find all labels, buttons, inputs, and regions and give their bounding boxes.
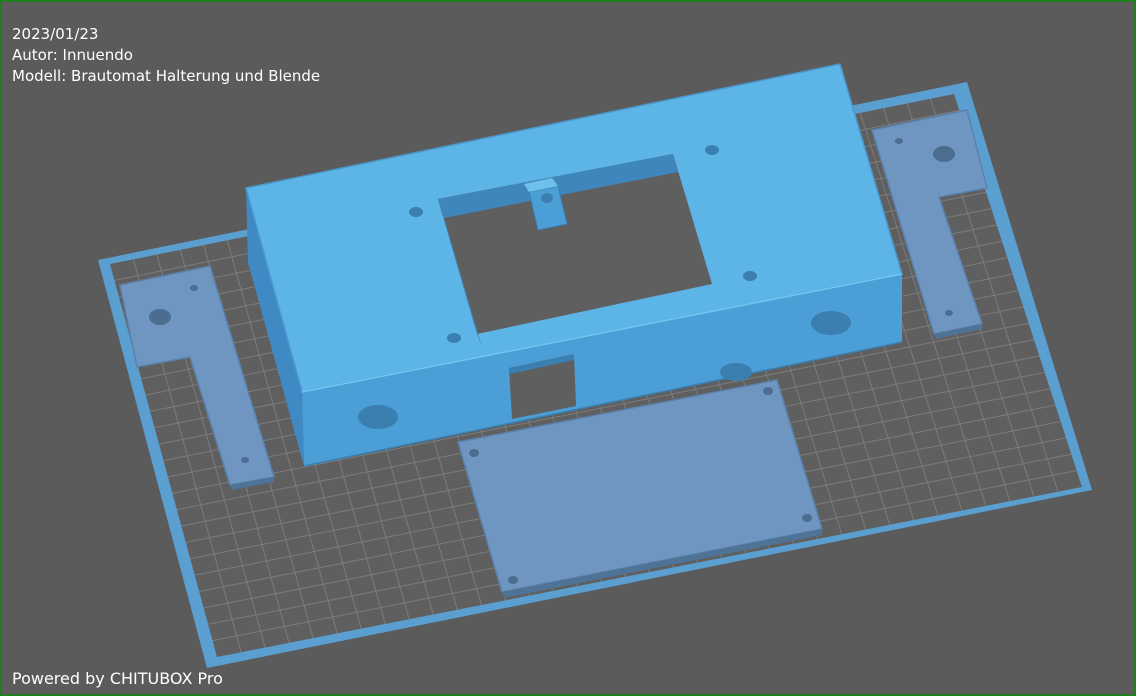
bracket-left-hole (241, 457, 249, 463)
3d-viewport[interactable]: 2023/01/23 Autor: Innuendo Modell: Braut… (0, 0, 1136, 696)
model-date: 2023/01/23 (12, 25, 99, 43)
bracket-right-hole (933, 146, 955, 162)
cover-plate-hole (469, 449, 479, 457)
housing-front-hole (811, 311, 851, 335)
model-info-overlay: 2023/01/23 Autor: Innuendo Modell: Braut… (12, 24, 320, 87)
powered-by-label: Powered by CHITUBOX Pro (12, 669, 223, 688)
scene-canvas[interactable] (2, 2, 1136, 696)
bracket-left-hole (149, 309, 171, 325)
cover-plate-hole (508, 576, 518, 584)
model-name: Modell: Brautomat Halterung und Blende (12, 67, 321, 85)
housing-inner-tab-hole (541, 193, 553, 203)
housing-top-hole (705, 145, 719, 155)
housing-top-hole (447, 333, 461, 343)
housing-top-hole (409, 207, 423, 217)
bracket-right-hole (895, 138, 903, 144)
cover-plate-hole (763, 387, 773, 395)
housing-top-hole (743, 271, 757, 281)
model-author: Autor: Innuendo (12, 46, 133, 64)
bracket-right-hole (945, 310, 953, 316)
bracket-left-hole (190, 285, 198, 291)
housing-front-hole (358, 405, 398, 429)
cover-plate-hole (802, 514, 812, 522)
